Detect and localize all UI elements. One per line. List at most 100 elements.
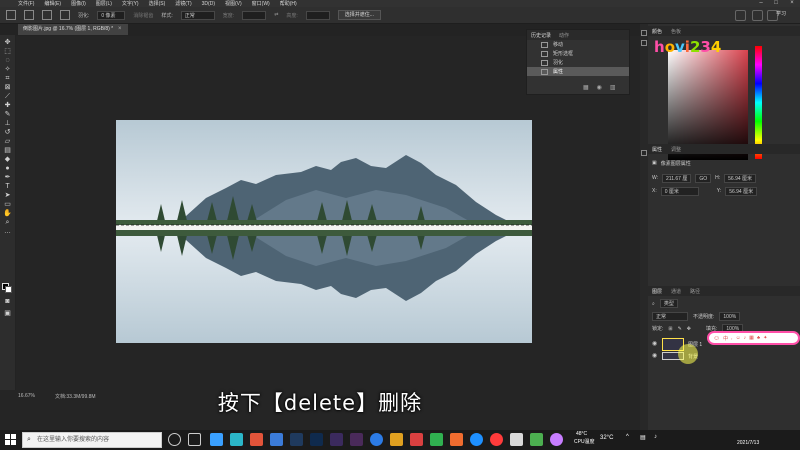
new-doc-from-state-icon[interactable]: ▦: [583, 84, 589, 91]
app-icon[interactable]: [470, 433, 483, 446]
lock-position-icon[interactable]: ✥: [687, 326, 691, 332]
marquee-tool-icon[interactable]: [6, 10, 16, 20]
swap-icon[interactable]: ⇄: [274, 12, 278, 18]
healing-brush-icon[interactable]: ✚: [3, 102, 12, 110]
lock-icon[interactable]: ⊞: [668, 326, 672, 332]
feather-input[interactable]: 0 像素: [97, 10, 126, 20]
width-input[interactable]: [242, 10, 267, 20]
blur-icon[interactable]: ◆: [3, 156, 12, 164]
move-tool-icon[interactable]: ✥: [3, 39, 12, 47]
browser-icon[interactable]: [370, 433, 383, 446]
close-icon[interactable]: ×: [785, 0, 799, 7]
snapshot-icon[interactable]: ◉: [597, 84, 602, 91]
trash-icon[interactable]: ▥: [610, 84, 616, 91]
link-icon[interactable]: GO: [695, 173, 712, 183]
search-icon[interactable]: [735, 10, 746, 21]
subtract-selection-icon[interactable]: [60, 10, 70, 20]
quick-mask-icon[interactable]: ◙: [3, 298, 12, 306]
type-icon[interactable]: T: [3, 183, 12, 191]
opacity-input[interactable]: 100%: [719, 312, 741, 321]
visibility-eye-icon[interactable]: ◉: [652, 353, 658, 359]
premiere-icon[interactable]: [330, 433, 343, 446]
after-effects-icon[interactable]: [290, 433, 303, 446]
history-item[interactable]: 属性: [527, 67, 629, 76]
menu-edit[interactable]: 编辑(E): [44, 0, 61, 7]
tab-actions[interactable]: 动作: [559, 32, 569, 39]
frame-icon[interactable]: ⊠: [3, 84, 12, 92]
y-field[interactable]: 56.94 厘米: [725, 186, 758, 196]
history-brush-icon[interactable]: ↺: [3, 129, 12, 137]
taskbar-date[interactable]: 2021/7/13: [737, 440, 759, 446]
magic-wand-icon[interactable]: ✧: [3, 66, 12, 74]
eraser-icon[interactable]: ▱: [3, 138, 12, 146]
height-input[interactable]: [305, 10, 330, 20]
tab-properties[interactable]: 属性: [652, 146, 662, 153]
minimize-icon[interactable]: –: [754, 0, 768, 7]
voice-icon[interactable]: ♪: [744, 335, 747, 341]
eyedropper-icon[interactable]: ⟋: [3, 93, 12, 101]
menu-image[interactable]: 图像(I): [71, 0, 86, 7]
volume-icon[interactable]: ♪: [654, 434, 657, 440]
maximize-icon[interactable]: □: [769, 0, 783, 7]
hue-slider[interactable]: [755, 46, 762, 159]
menu-filter[interactable]: 滤镜(T): [175, 0, 191, 7]
x-field[interactable]: 0 厘米: [660, 186, 699, 196]
keyboard-icon[interactable]: ▦: [749, 335, 754, 341]
screen-mode-icon[interactable]: ▣: [3, 310, 12, 318]
path-select-icon[interactable]: ➤: [3, 192, 12, 200]
height-field[interactable]: 56.94 厘米: [724, 173, 757, 183]
gradient-icon[interactable]: ▤: [3, 147, 12, 155]
blend-mode-select[interactable]: 正常: [652, 312, 688, 321]
new-selection-icon[interactable]: [24, 10, 34, 20]
app-icon[interactable]: [490, 433, 503, 446]
app-icon[interactable]: [270, 433, 283, 446]
brush-icon[interactable]: ✎: [3, 111, 12, 119]
tab-close-icon[interactable]: ×: [118, 24, 122, 35]
skin-icon[interactable]: ♣: [757, 335, 760, 341]
layer-filter-select[interactable]: 类型: [659, 299, 678, 308]
history-item[interactable]: 矩形选框: [527, 49, 629, 58]
history-panel-icon[interactable]: [641, 30, 647, 36]
properties-panel-icon[interactable]: [641, 150, 647, 156]
weather-temp[interactable]: 32°C: [600, 435, 613, 441]
antialias-checkbox[interactable]: 消除锯齿: [133, 12, 153, 19]
tab-paths[interactable]: 路径: [690, 288, 700, 295]
tab-history[interactable]: 历史记录: [531, 32, 551, 39]
tab-swatches[interactable]: 色板: [671, 28, 681, 35]
tools-icon[interactable]: ✦: [763, 335, 767, 341]
hand-icon[interactable]: ✋: [3, 210, 12, 218]
tray-arrow-icon[interactable]: ^: [626, 434, 629, 440]
app-icon[interactable]: [550, 433, 563, 446]
pen-icon[interactable]: ✒: [3, 174, 12, 182]
punctuation-icon[interactable]: ,: [731, 335, 732, 341]
app-icon[interactable]: [510, 433, 523, 446]
marquee-icon[interactable]: ⬚: [3, 48, 12, 56]
select-and-mask-button[interactable]: 选择并遮住...: [337, 10, 381, 20]
document-tab[interactable]: 倒影图片.jpg @ 16.7% (图层 1, RGB/8) *: [18, 24, 128, 35]
workspace-icon[interactable]: [752, 10, 763, 21]
cortana-icon[interactable]: [168, 433, 181, 446]
history-item[interactable]: 移动: [527, 40, 629, 49]
menu-select[interactable]: 选择(S): [149, 0, 166, 7]
menu-3d[interactable]: 3D(D): [202, 1, 215, 7]
menu-file[interactable]: 文件(F): [18, 0, 34, 7]
style-select[interactable]: 正常: [180, 10, 215, 20]
background-color-swatch[interactable]: [5, 286, 12, 293]
photoshop-icon[interactable]: [310, 433, 323, 446]
task-view-icon[interactable]: [188, 433, 201, 446]
tab-channels[interactable]: 通道: [671, 288, 681, 295]
ime-toolbar[interactable]: ☺ 中 , ☺ ♪ ▦ ♣ ✦: [707, 331, 800, 345]
menu-help[interactable]: 帮助(H): [280, 0, 297, 7]
tab-layers[interactable]: 图层: [652, 288, 662, 295]
learn-label[interactable]: 学习: [776, 10, 786, 17]
layer-row[interactable]: ◉ 背景: [648, 346, 752, 366]
tab-color[interactable]: 颜色: [652, 28, 662, 35]
zoom-icon[interactable]: ⌕: [3, 219, 12, 227]
add-selection-icon[interactable]: [42, 10, 52, 20]
menu-type[interactable]: 文字(Y): [122, 0, 139, 7]
menu-view[interactable]: 视图(V): [225, 0, 242, 7]
app-icon[interactable]: [530, 433, 543, 446]
app-icon[interactable]: [410, 433, 423, 446]
emoji-icon[interactable]: ☺: [736, 335, 741, 341]
menu-layer[interactable]: 图层(L): [96, 0, 112, 7]
